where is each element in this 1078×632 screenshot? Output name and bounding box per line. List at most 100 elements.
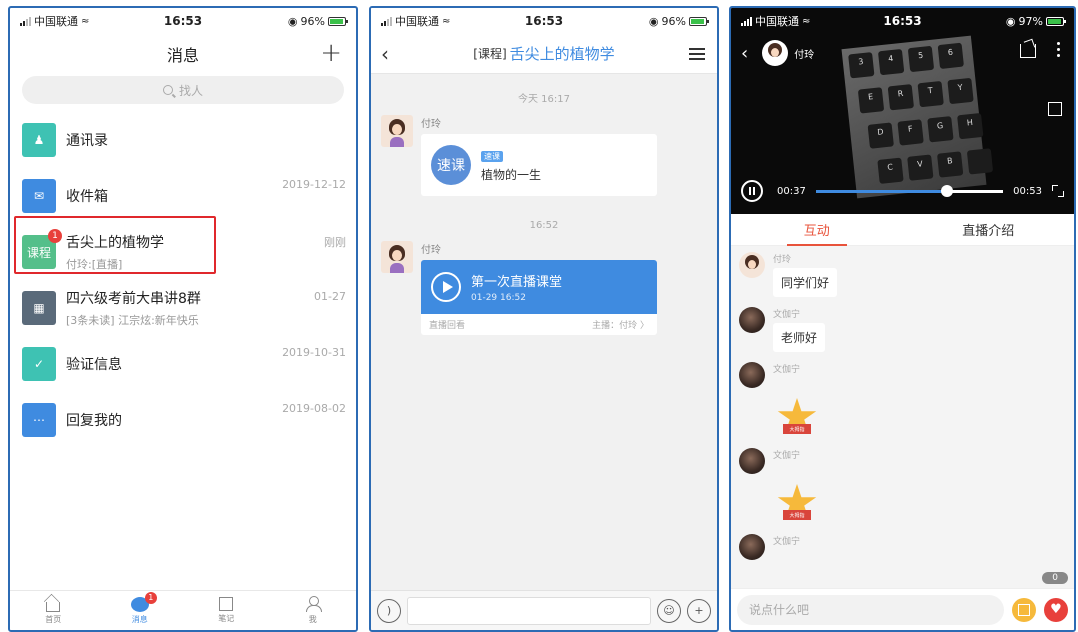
list-item[interactable]: ▦ 四六级考前大串讲8群 [3条未读] 江宗炫:新年快乐 01-27 xyxy=(10,280,356,336)
comment-input[interactable]: 说点什么吧 xyxy=(737,594,1004,625)
avatar[interactable] xyxy=(739,534,765,560)
video-controls: 00:37 00:53 xyxy=(731,176,1074,206)
more-icon[interactable] xyxy=(1057,42,1060,45)
avatar[interactable] xyxy=(381,115,413,147)
host-label[interactable]: 主播：付玲 〉 xyxy=(592,318,649,331)
plus-icon[interactable]: + xyxy=(687,598,711,623)
avatar[interactable] xyxy=(739,362,765,388)
tab-label: 笔记 xyxy=(218,614,235,623)
battery-level: 96% xyxy=(300,14,325,28)
tab-live-intro[interactable]: 直播介绍 xyxy=(903,214,1075,245)
feed-item: 文伽宁 老师好 xyxy=(731,301,1074,356)
battery-level: 97% xyxy=(1018,14,1043,28)
sender-name: 付玲 xyxy=(421,245,441,256)
screenshot-icon[interactable] xyxy=(1048,102,1062,116)
comment-bar: 说点什么吧 xyxy=(731,588,1074,630)
feed-item: 文伽宁 大拇指 xyxy=(731,356,1074,442)
host-avatar[interactable] xyxy=(762,40,789,66)
keyboard-key: T xyxy=(917,80,944,108)
page-title: 消息 xyxy=(166,46,199,65)
tab-home[interactable]: 首页 xyxy=(10,591,97,630)
suke-card[interactable]: 速课 速课 植物的一生 xyxy=(421,134,657,196)
list-item[interactable]: ♟ 通讯录 xyxy=(10,112,356,168)
chat-input[interactable] xyxy=(407,596,651,625)
carrier: 中国联通 xyxy=(395,15,439,28)
item-date: 2019-10-31 xyxy=(282,346,346,359)
keyboard-key: Y xyxy=(947,77,974,105)
tab-label: 我 xyxy=(308,615,317,624)
sender-name: 文伽宁 xyxy=(773,451,801,461)
clock: 16:53 xyxy=(524,14,564,28)
keyboard-key: H xyxy=(957,112,984,140)
emoji-icon[interactable]: ☺ xyxy=(657,598,681,623)
search-placeholder: 找人 xyxy=(178,83,203,98)
item-date: 刚刚 xyxy=(324,236,346,249)
group-avatar: ▦ xyxy=(22,291,56,325)
title-tag: [课程] xyxy=(473,47,507,61)
suke-tag: 速课 xyxy=(481,150,503,162)
tab-note[interactable]: 笔记 xyxy=(183,591,270,630)
thumbs-up-sticker: 大拇指 xyxy=(773,398,821,442)
keyboard-key xyxy=(966,148,994,175)
shield-icon: ✓ xyxy=(22,347,56,381)
voice-icon[interactable]: ) xyxy=(377,598,401,623)
signal-icon xyxy=(381,16,392,26)
chat-bubble: 同学们好 xyxy=(773,268,838,297)
pause-icon[interactable] xyxy=(741,180,763,202)
keyboard-key: E xyxy=(857,87,885,114)
sender-name: 文伽宁 xyxy=(773,537,801,547)
menu-icon[interactable] xyxy=(689,48,705,60)
wifi-icon: ≈ xyxy=(81,15,90,27)
progress-slider[interactable] xyxy=(815,184,1004,197)
tab-interaction[interactable]: 互动 xyxy=(731,214,903,246)
share-icon[interactable] xyxy=(1020,44,1036,58)
avatar[interactable] xyxy=(381,241,413,273)
search-input[interactable]: 找人 xyxy=(22,76,344,104)
avatar[interactable] xyxy=(739,252,765,278)
keyboard-key: R xyxy=(887,84,915,111)
play-icon[interactable] xyxy=(431,272,461,302)
battery-icon xyxy=(688,16,709,26)
header: 消息 + xyxy=(10,34,356,74)
chat-title: 舌尖上的植物学 xyxy=(509,45,615,63)
sender-name: 文伽宁 xyxy=(773,310,801,320)
status-bar: 中国联通 ≈ 16:53 ◉ 96% xyxy=(10,8,356,34)
edit-icon[interactable] xyxy=(1012,597,1036,622)
video-player[interactable]: 3456ERTYDFGHCVB 中国联通 ≈ 16:53 ◉ 97% ‹ 付玲 00… xyxy=(731,8,1074,214)
live-tabs: 互动 直播介绍 xyxy=(731,214,1074,246)
avatar[interactable] xyxy=(739,307,765,333)
list-item[interactable]: ⋯ 回复我的 2019-08-02 xyxy=(10,392,356,448)
me-icon xyxy=(305,596,322,612)
inbox-icon: ✉ xyxy=(22,179,56,213)
chat-message: 付玲 第一次直播课堂 01-29 16:52 直播回看 主播：付玲 〉 xyxy=(371,241,717,335)
progress-knob[interactable] xyxy=(940,184,953,197)
back-icon[interactable]: ‹ xyxy=(741,43,748,64)
tab-message[interactable]: 1 消息 xyxy=(97,591,184,630)
host-name: 付玲 xyxy=(794,49,815,61)
signal-icon xyxy=(20,16,31,26)
message-icon: 1 xyxy=(130,591,157,612)
item-date: 01-27 xyxy=(314,290,346,303)
fullscreen-icon[interactable] xyxy=(1052,185,1064,197)
elapsed-time: 00:37 xyxy=(777,185,806,197)
live-card[interactable]: 第一次直播课堂 01-29 16:52 直播回看 主播：付玲 〉 xyxy=(421,260,657,335)
interaction-feed: 付玲 同学们好 文伽宁 老师好 文伽宁 大拇指 文伽宁 大拇指 文伽宁 xyxy=(731,246,1074,588)
clock: 16:53 xyxy=(163,14,203,28)
chat-header: ‹ [课程] 舌尖上的植物学 xyxy=(371,34,717,74)
tab-label: 消息 xyxy=(131,614,148,624)
back-icon[interactable]: ‹ xyxy=(381,42,389,66)
wifi-icon: ≈ xyxy=(802,15,811,27)
total-time: 00:53 xyxy=(1013,185,1042,197)
add-icon[interactable]: + xyxy=(320,38,342,68)
heart-icon[interactable] xyxy=(1044,597,1068,622)
avatar[interactable] xyxy=(739,448,765,474)
card-title: 植物的一生 xyxy=(481,167,542,182)
tab-me[interactable]: 我 xyxy=(270,591,357,630)
battery-icon xyxy=(327,16,348,26)
list-item[interactable]: ✓ 验证信息 2019-10-31 xyxy=(10,336,356,392)
video-topbar: ‹ 付玲 xyxy=(731,36,1074,70)
thumbs-up-sticker: 大拇指 xyxy=(773,484,821,528)
keyboard-key: B xyxy=(936,151,964,178)
feed-item: 文伽宁 大拇指 xyxy=(731,442,1074,528)
contacts-icon: ♟ xyxy=(22,123,56,157)
